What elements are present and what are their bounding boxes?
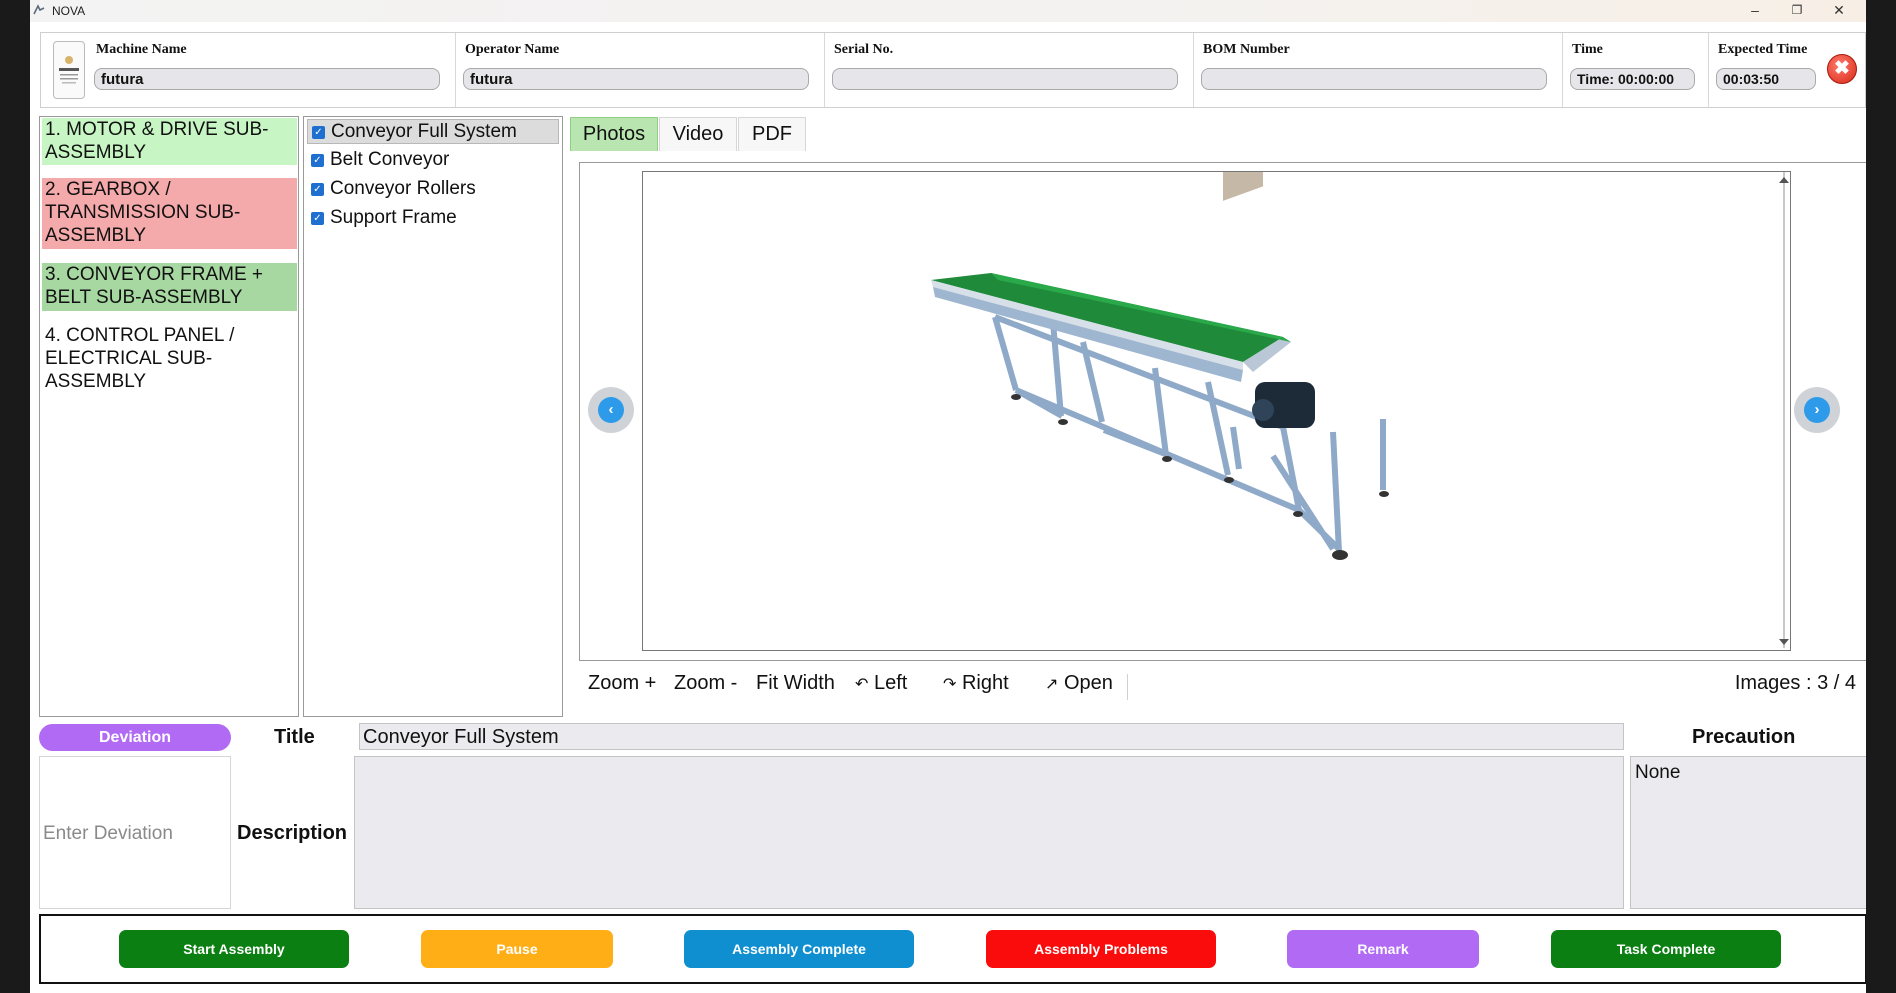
- task-complete-button[interactable]: Task Complete: [1551, 930, 1781, 968]
- part-item-1[interactable]: ✓ Conveyor Full System: [307, 119, 559, 144]
- description-field[interactable]: [354, 756, 1624, 909]
- part-label: Conveyor Full System: [331, 121, 517, 142]
- tab-video[interactable]: Video: [659, 117, 737, 151]
- expected-time-display: 00:03:50: [1716, 68, 1816, 90]
- scroll-down-arrow-icon[interactable]: [1779, 639, 1789, 645]
- checkbox[interactable]: ✓: [311, 154, 324, 167]
- part-item-3[interactable]: ✓ Conveyor Rollers: [307, 177, 559, 202]
- bom-number-field: BOM Number: [1195, 33, 1563, 107]
- checkbox[interactable]: ✓: [312, 126, 325, 139]
- open-button[interactable]: ↗ Open: [1045, 672, 1113, 695]
- app-icon: [33, 4, 45, 15]
- pause-button[interactable]: Pause: [421, 930, 613, 968]
- expected-time-label: Expected Time: [1718, 42, 1808, 57]
- header-panel: Machine Name futura Operator Name futura…: [40, 32, 1866, 108]
- rotate-left-icon: ↶: [855, 676, 869, 693]
- open-label: Open: [1063, 672, 1113, 694]
- step-item-2[interactable]: 2. GEARBOX / TRANSMISSION SUB-ASSEMBLY: [42, 178, 297, 249]
- serial-no-label: Serial No.: [834, 42, 894, 57]
- prev-image-button[interactable]: ‹: [588, 387, 634, 433]
- start-assembly-button[interactable]: Start Assembly: [119, 930, 349, 968]
- operator-name-label: Operator Name: [465, 42, 560, 57]
- rotate-left-button[interactable]: ↶ Left: [855, 672, 907, 695]
- serial-no-input[interactable]: [832, 68, 1178, 90]
- rotate-right-label: Right: [961, 672, 1009, 694]
- action-bar: Start Assembly Pause Assembly Complete A…: [39, 914, 1866, 984]
- vertical-scrollbar[interactable]: [1773, 171, 1791, 651]
- restore-button[interactable]: ❐: [1776, 0, 1818, 22]
- precaution-field: None: [1630, 756, 1866, 909]
- assembly-steps-panel: 1. MOTOR & DRIVE SUB-ASSEMBLY 2. GEARBOX…: [39, 116, 299, 717]
- assembly-problems-button[interactable]: Assembly Problems: [986, 930, 1216, 968]
- rotate-right-icon: ↷: [943, 676, 957, 693]
- deviation-input[interactable]: Enter Deviation: [39, 756, 231, 909]
- title-field[interactable]: Conveyor Full System: [359, 723, 1624, 750]
- window-close-button[interactable]: ✕: [1818, 0, 1860, 22]
- bom-number-input[interactable]: [1201, 68, 1547, 90]
- deviation-button[interactable]: Deviation: [39, 724, 231, 751]
- operator-name-input[interactable]: futura: [463, 68, 809, 90]
- remark-button[interactable]: Remark: [1287, 930, 1479, 968]
- part-label: Conveyor Rollers: [330, 178, 476, 199]
- time-display: Time: 00:00:00: [1570, 68, 1695, 90]
- machine-name-input[interactable]: futura: [94, 68, 440, 90]
- parts-list-panel: ✓ Conveyor Full System ✓ Belt Conveyor ✓…: [303, 116, 563, 717]
- scroll-up-arrow-icon[interactable]: [1779, 177, 1789, 183]
- fit-width-button[interactable]: Fit Width: [756, 672, 835, 695]
- conveyor-image: [931, 136, 1389, 560]
- image-canvas[interactable]: [642, 136, 1791, 651]
- part-label: Belt Conveyor: [330, 149, 450, 170]
- assembly-complete-button[interactable]: Assembly Complete: [684, 930, 914, 968]
- title-label: Title: [274, 726, 315, 748]
- zoom-out-button[interactable]: Zoom -: [674, 672, 737, 695]
- part-item-4[interactable]: ✓ Support Frame: [307, 206, 559, 231]
- toolbar-divider: [1127, 674, 1128, 700]
- step-item-3[interactable]: 3. CONVEYOR FRAME + BELT SUB-ASSEMBLY: [42, 263, 297, 311]
- machine-name-label: Machine Name: [96, 42, 187, 57]
- close-icon[interactable]: ✖: [1827, 54, 1857, 84]
- app-title: NOVA: [52, 4, 86, 18]
- title-bar: NOVA – ❐ ✕: [30, 0, 1866, 22]
- precaution-label: Precaution: [1692, 726, 1796, 748]
- machine-name-field: Machine Name futura: [88, 33, 456, 107]
- open-external-icon: ↗: [1045, 676, 1059, 693]
- step-item-1[interactable]: 1. MOTOR & DRIVE SUB-ASSEMBLY: [42, 118, 297, 165]
- minimize-button[interactable]: –: [1734, 0, 1776, 22]
- part-item-2[interactable]: ✓ Belt Conveyor: [307, 148, 559, 173]
- chevron-left-icon: ‹: [598, 397, 624, 423]
- next-image-button[interactable]: ›: [1794, 387, 1840, 433]
- description-label: Description: [237, 822, 348, 844]
- bom-number-label: BOM Number: [1203, 42, 1290, 57]
- step-item-4[interactable]: 4. CONTROL PANEL / ELECTRICAL SUB-ASSEMB…: [42, 324, 297, 395]
- time-field: Time Time: 00:00:00: [1564, 33, 1709, 107]
- serial-no-field: Serial No.: [826, 33, 1194, 107]
- checkbox[interactable]: ✓: [311, 212, 324, 225]
- rotate-left-label: Left: [873, 672, 908, 694]
- tab-photos[interactable]: Photos: [570, 117, 658, 151]
- images-count: Images : 3 / 4: [1734, 672, 1856, 694]
- image-toolbar: Zoom + Zoom - Fit Width ↶ Left ↷ Right ↗…: [579, 668, 1866, 704]
- zoom-in-button[interactable]: Zoom +: [588, 672, 656, 695]
- chevron-right-icon: ›: [1804, 397, 1830, 423]
- rotate-right-button[interactable]: ↷ Right: [943, 672, 1009, 695]
- part-label: Support Frame: [330, 207, 457, 228]
- tab-pdf[interactable]: PDF: [738, 117, 806, 151]
- checkbox[interactable]: ✓: [311, 183, 324, 196]
- time-label: Time: [1572, 42, 1603, 57]
- company-logo: [53, 41, 85, 99]
- operator-name-field: Operator Name futura: [457, 33, 825, 107]
- expected-time-field: Expected Time 00:03:50: [1710, 33, 1822, 107]
